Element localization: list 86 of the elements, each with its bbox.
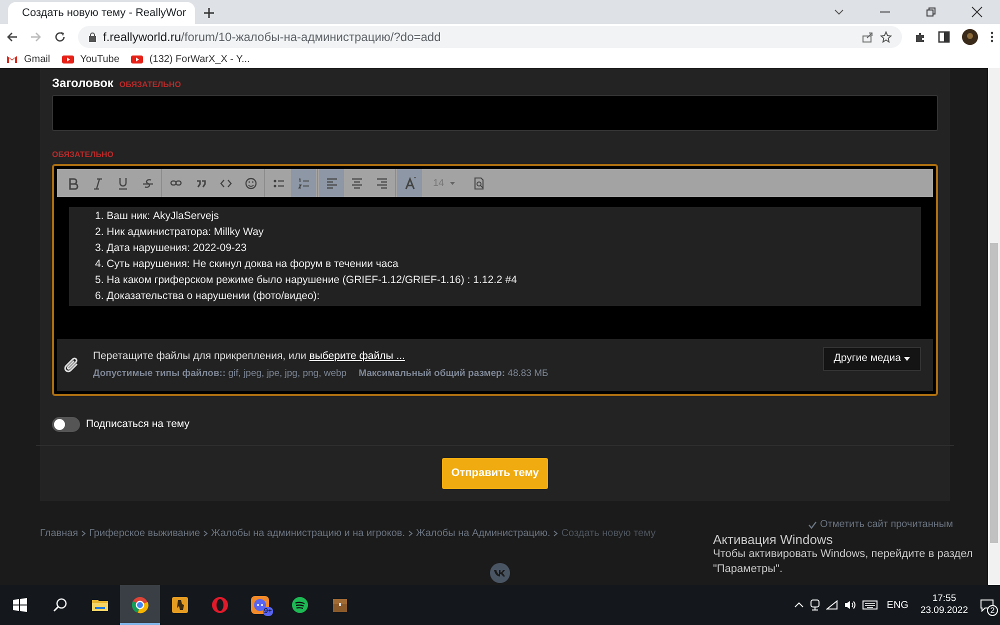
reload-icon[interactable] [54,31,66,43]
message-icon [980,598,994,612]
chevron-right-icon [553,530,558,537]
bullet-list-icon [272,176,284,190]
numbered-list-icon [298,176,310,190]
list-item-text: 1. Ваш ник: AkyJlaServejs [95,209,220,224]
address-bar[interactable]: f.reallyworld.ru/forum/10-жалобы-на-администрацию/?do=add [78,26,902,48]
upload-hint: Перетащите файлы для прикрепления, или выберите файлы ... [93,348,406,364]
underline-icon [116,176,128,190]
back-icon[interactable] [6,31,18,43]
field-label: Заголовок [52,75,114,92]
browser-tab[interactable]: Создать новую тему - ReallyWor [8,2,195,24]
title-field[interactable] [52,95,938,131]
bookmark[interactable]: (132) ForWarX_X - Y... [131,52,250,66]
star-icon[interactable] [880,31,892,43]
list-item-text: 2. Ник администратора: Millky Way [95,225,265,240]
language-indicator[interactable]: ENG [886,598,908,612]
toggle-label: Подписаться на тему [86,417,190,432]
breadcrumb-link[interactable]: Жалобы на Администрацию. [416,526,550,541]
more-icon[interactable] [990,31,994,43]
mark-read-link[interactable]: Отметить сайт прочитанным [820,517,953,532]
chevron-up-icon[interactable] [794,602,804,608]
italic-icon [92,176,104,190]
caret-icon [904,357,910,361]
scrollbar[interactable] [988,68,1000,585]
choose-files-link[interactable]: выберите файлы ... [309,350,405,362]
list-item-text: 3. Дата нарушения: 2022-09-23 [95,241,248,256]
wifi-icon[interactable] [826,600,838,610]
play-icon [131,54,144,64]
breadcrumb-link[interactable]: Гриферское выживание [89,526,200,541]
breadcrumb-link[interactable]: Главная [40,526,78,541]
lock-icon [88,32,97,42]
opera-icon [211,596,229,614]
browser-icon [131,596,149,614]
windows-icon [13,598,27,612]
list-item-text: 4. Суть нарушения: Не скинул доква на форум в течении часа [95,257,400,272]
allowed-types-text: Допустимые типы файлов:: gif, jpeg, jpe, jpg, png, webp [93,367,347,382]
keyboard-icon[interactable] [862,600,878,610]
required-label: ОБЯЗАТЕЛЬНО [119,79,181,91]
clock[interactable]: 17:55 23.09.2022 [920,593,968,617]
activation-title: Активация Windows [713,532,834,547]
breadcrumb-link[interactable]: Жалобы на администрацию и на игроков. [211,526,405,541]
align-right-icon [376,176,388,190]
volume-icon[interactable] [844,600,856,610]
emoji-icon [244,176,256,190]
chest-icon [331,596,349,614]
check-icon [808,520,817,528]
strikethrough-icon [142,176,154,190]
extensions-icon[interactable] [914,31,926,43]
music-app-icon [291,596,309,614]
notification-button[interactable]: 2 [980,598,994,612]
chevron-right-icon [408,530,413,537]
chevron-right-icon [203,530,208,537]
taskbar-app[interactable] [120,585,160,625]
required-label: ОБЯЗАТЕЛЬНО [52,149,114,161]
text-color-icon [404,176,416,190]
play-icon [62,54,74,64]
search-icon [53,598,67,612]
preview-icon [472,176,484,190]
text-area[interactable] [69,207,921,306]
share-icon[interactable] [862,31,874,43]
soldier-icon [171,596,189,614]
list-item-text: 6. Доказательства о нарушении (фото/видео): [95,289,321,304]
bold-icon [66,176,78,190]
notification-count: 2 [987,604,998,616]
restore-icon[interactable] [925,6,937,18]
activation-text: Чтобы активировать Windows, перейдите в раздел "Параметры". [713,547,973,577]
side-panel-icon[interactable] [938,31,950,43]
close-icon[interactable] [971,6,983,18]
numbered-list-button[interactable] [291,169,316,197]
bookmark[interactable]: Gmail [6,52,50,66]
subscribe-toggle[interactable] [52,417,80,432]
avatar-icon[interactable] [962,29,978,45]
list-item-text: 5. На каком гриферском режиме было нарушение (GRIEF-1.12/GRIEF-1.16) : 1.12.2 #4 [95,273,518,288]
url-text: f.reallyworld.ru/forum/10-жалобы-на-администрацию/?do=add [103,29,442,46]
align-left-icon [326,176,338,190]
chevron-right-icon [81,530,86,537]
caret-icon [450,182,456,184]
new-tab-icon[interactable] [203,7,215,19]
text-color-button[interactable] [397,169,422,197]
other-media-button[interactable]: Другие медиа [822,347,921,371]
bookmark[interactable]: YouTube [62,52,120,66]
mail-icon [6,54,18,64]
align-center-icon [350,176,362,190]
max-size-text: Максимальный общий размер: 48.83 МБ [358,367,548,382]
align-left-button[interactable] [319,169,344,197]
